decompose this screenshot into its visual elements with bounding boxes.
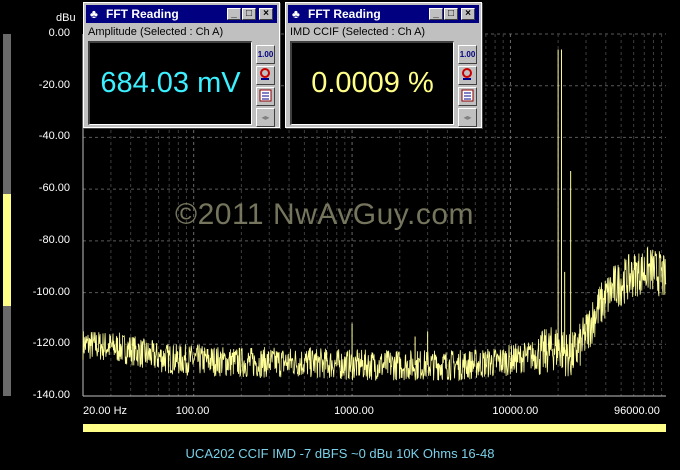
minimize-button[interactable]: _ [429,8,443,20]
readout-value: 684.03 mV [100,67,241,99]
app-icon: ♣ [292,7,300,21]
arrows-icon: ◂▸ [463,113,472,122]
fft-reading-window-amplitude[interactable]: ♣ FFT Reading _ □ × Amplitude (Selected … [83,2,280,128]
probe-icon [462,68,472,80]
fft-reading-window-imd[interactable]: ♣ FFT Reading _ □ × IMD CCIF (Selected :… [285,2,482,128]
window-subtitle: Amplitude (Selected : Ch A) [88,26,224,38]
x-tick-label: 96000.00 [614,405,660,417]
arrows-button[interactable]: ◂▸ [458,108,477,127]
scale-button[interactable]: 1.00 [256,45,275,64]
app-icon: ♣ [90,7,98,21]
readout-display: 684.03 mV [88,41,252,125]
notepad-button[interactable] [458,87,477,106]
x-tick-label: 10000.00 [492,405,539,417]
maximize-button[interactable]: □ [242,8,256,20]
window-title: FFT Reading [308,7,381,21]
horizontal-scrollbar[interactable] [83,424,666,432]
vertical-scroll-track[interactable] [3,34,11,396]
notepad-icon [461,89,474,102]
x-tick-label: 20.00 Hz [83,405,128,417]
window-title: FFT Reading [106,7,179,21]
window-titlebar[interactable]: ♣ FFT Reading _ □ × [288,5,479,23]
vertical-scroll-thumb[interactable] [3,194,11,306]
x-tick-label: 1000.00 [334,405,374,417]
x-tick-label: 100.00 [175,405,210,417]
notepad-icon [259,89,272,102]
probe-icon [260,68,270,80]
arrows-icon: ◂▸ [261,113,270,122]
minimize-button[interactable]: _ [227,8,241,20]
close-button[interactable]: × [259,8,273,20]
maximize-button[interactable]: □ [444,8,458,20]
readout-value: 0.0009 % [311,67,434,99]
arrows-button[interactable]: ◂▸ [256,108,275,127]
notepad-button[interactable] [256,87,275,106]
window-titlebar[interactable]: ♣ FFT Reading _ □ × [86,5,277,23]
readout-display: 0.0009 % [290,41,454,125]
watermark: ©2011 NwAvGuy.com [175,198,475,231]
close-button[interactable]: × [461,8,475,20]
y-unit-label: dBu [56,12,76,24]
probe-button[interactable] [256,66,275,85]
spectrum-line [82,246,667,382]
probe-button[interactable] [458,66,477,85]
window-subtitle: IMD CCIF (Selected : Ch A) [290,26,426,38]
plot-caption: UCA202 CCIF IMD -7 dBFS ~0 dBu 10K Ohms … [185,446,495,461]
scale-button[interactable]: 1.00 [458,45,477,64]
